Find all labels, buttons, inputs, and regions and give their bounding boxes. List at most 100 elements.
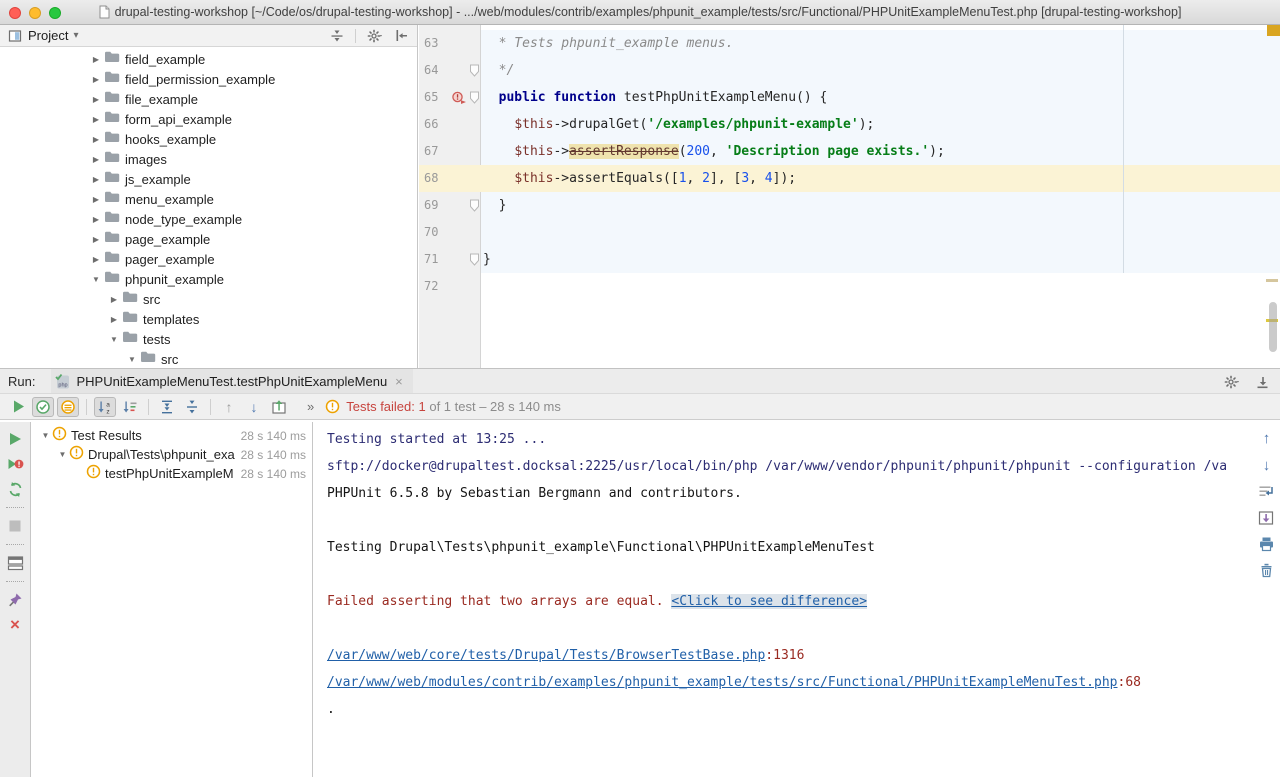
show-ignored-toggle[interactable] [57,397,79,417]
collapsed-arrow-icon[interactable]: ▶ [90,175,102,184]
collapsed-arrow-icon[interactable]: ▶ [90,55,102,64]
code-line[interactable]: 63 * Tests phpunit_example menus. [419,30,1280,57]
previous-failed-test-button[interactable]: ↑ [218,397,240,417]
project-tree-item[interactable]: ▶images [0,149,417,169]
code-text[interactable]: } [481,192,1280,219]
project-tree-item[interactable]: ▶hooks_example [0,129,417,149]
code-text[interactable]: $this->assertEquals([1, 2], [3, 4]); [481,165,1280,192]
sort-by-duration-toggle[interactable] [119,397,141,417]
minimize-window-button[interactable] [29,7,41,19]
project-tree-item[interactable]: ▶form_api_example [0,109,417,129]
code-line[interactable]: 72 [419,273,1280,300]
collapsed-arrow-icon[interactable]: ▶ [90,95,102,104]
fold-marker-icon[interactable] [469,253,480,266]
navigate-up-button[interactable]: ↑ [1263,430,1271,447]
collapsed-arrow-icon[interactable]: ▶ [108,315,120,324]
project-header-title[interactable]: Project [28,28,68,43]
rerun-button[interactable] [6,430,24,448]
expanded-arrow-icon[interactable]: ▼ [56,450,69,459]
export-test-results-button[interactable] [268,397,290,417]
chevron-down-icon[interactable]: ▾ [73,30,78,41]
editor[interactable]: 63 * Tests phpunit_example menus.64 */65… [419,25,1280,368]
fold-marker-icon[interactable] [469,64,480,77]
project-tree-item[interactable]: ▶node_type_example [0,209,417,229]
run-button[interactable] [7,397,29,417]
code-line[interactable]: 65 public function testPhpUnitExampleMen… [419,84,1280,111]
gear-icon[interactable] [1223,374,1241,390]
print-button[interactable] [1258,536,1275,552]
pin-tab-button[interactable] [6,591,24,609]
project-tree-item[interactable]: ▼phpunit_example [0,269,417,289]
test-failed-gutter-icon[interactable] [451,91,467,105]
close-window-button[interactable] [9,7,21,19]
code-text[interactable]: */ [481,57,1280,84]
project-tree-item[interactable]: ▶file_example [0,89,417,109]
fold-marker-icon[interactable] [469,199,480,212]
expanded-arrow-icon[interactable]: ▼ [90,275,102,284]
project-tree-item[interactable]: ▼tests [0,329,417,349]
test-tree-item[interactable]: ▼Drupal\Tests\phpunit_exa28 s 140 ms [32,445,312,464]
code-line[interactable]: 69 } [419,192,1280,219]
editor-scrollbar[interactable] [1269,302,1277,352]
code-text[interactable]: } [481,246,1280,273]
restore-layout-button[interactable] [6,554,24,572]
code-text[interactable]: * Tests phpunit_example menus. [481,30,1280,57]
sort-alphabetically-toggle[interactable]: az [94,397,116,417]
project-tree-item[interactable]: ▶menu_example [0,189,417,209]
navigate-down-button[interactable]: ↓ [1263,457,1271,474]
code-text[interactable]: $this->drupalGet('/examples/phpunit-exam… [481,111,1280,138]
error-stripe-mark[interactable] [1266,279,1278,282]
minimize-panel-icon[interactable] [1255,375,1270,390]
console-link[interactable]: /var/www/web/core/tests/Drupal/Tests/Bro… [327,648,765,663]
project-tree-item[interactable]: ▶js_example [0,169,417,189]
console-output[interactable]: ↑ ↓ Testing started at 13:25 ...sftp://d… [314,422,1280,777]
run-tab[interactable]: php PHPUnitExampleMenuTest.testPhpUnitEx… [51,369,412,393]
code-text[interactable]: public function testPhpUnitExampleMenu()… [481,84,1280,111]
code-text[interactable]: $this->assertResponse(200, 'Description … [481,138,1280,165]
collapsed-arrow-icon[interactable]: ▶ [90,115,102,124]
code-text[interactable] [481,219,1280,246]
project-tree-item[interactable]: ▶field_permission_example [0,69,417,89]
project-tree-item[interactable]: ▼src [0,349,417,368]
inspection-status-indicator[interactable] [1267,25,1280,36]
fold-marker-icon[interactable] [469,91,480,104]
code-line[interactable]: 67 $this->assertResponse(200, 'Descripti… [419,138,1280,165]
expanded-arrow-icon[interactable]: ▼ [39,431,52,440]
clear-all-trash-icon[interactable] [1259,562,1274,578]
toggle-auto-test-button[interactable] [6,480,24,498]
show-passed-toggle[interactable] [32,397,54,417]
expanded-arrow-icon[interactable]: ▼ [126,355,138,364]
soft-wrap-button[interactable] [1258,484,1275,500]
expand-all-button[interactable] [156,397,178,417]
next-failed-test-button[interactable]: ↓ [243,397,265,417]
collapsed-arrow-icon[interactable]: ▶ [90,75,102,84]
code-line[interactable]: 64 */ [419,57,1280,84]
stop-button[interactable] [6,517,24,535]
collapsed-arrow-icon[interactable]: ▶ [90,195,102,204]
scroll-to-end-button[interactable] [1258,510,1275,526]
collapse-all-icon[interactable] [329,28,345,44]
console-link[interactable]: /var/www/web/modules/contrib/examples/ph… [327,675,1118,690]
test-tree-item[interactable]: testPhpUnitExampleM28 s 140 ms [32,464,312,483]
expanded-arrow-icon[interactable]: ▼ [108,335,120,344]
rerun-failed-tests-button[interactable] [6,455,24,473]
code-line[interactable]: 70 [419,219,1280,246]
gear-icon[interactable] [366,28,384,44]
close-tab-icon[interactable]: × [395,374,403,389]
code-text[interactable] [481,273,1280,300]
collapsed-arrow-icon[interactable]: ▶ [90,215,102,224]
test-tree-item[interactable]: ▼Test Results28 s 140 ms [32,426,312,445]
more-actions-chevron[interactable]: » [307,399,314,414]
collapsed-arrow-icon[interactable]: ▶ [90,235,102,244]
zoom-window-button[interactable] [49,7,61,19]
collapsed-arrow-icon[interactable]: ▶ [90,135,102,144]
collapsed-arrow-icon[interactable]: ▶ [90,255,102,264]
collapsed-arrow-icon[interactable]: ▶ [90,155,102,164]
project-tree-item[interactable]: ▶templates [0,309,417,329]
project-tree-item[interactable]: ▶src [0,289,417,309]
code-line[interactable]: 68 $this->assertEquals([1, 2], [3, 4]); [419,165,1280,192]
project-tree-item[interactable]: ▶pager_example [0,249,417,269]
console-link[interactable]: <Click to see difference> [671,594,867,609]
code-line[interactable]: 71} [419,246,1280,273]
collapsed-arrow-icon[interactable]: ▶ [108,295,120,304]
